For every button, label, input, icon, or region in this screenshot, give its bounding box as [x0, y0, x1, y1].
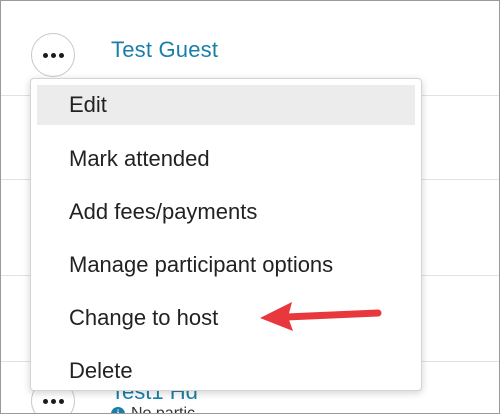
menu-item-manage-participant-options[interactable]: Manage participant options [31, 238, 421, 291]
participant-note-text: No partic... [131, 405, 209, 414]
ellipsis-dot [58, 52, 64, 58]
more-actions-button[interactable] [31, 33, 75, 77]
ellipsis-dot [50, 398, 56, 404]
context-menu: Edit Mark attended Add fees/payments Man… [30, 78, 422, 391]
menu-item-add-fees-payments[interactable]: Add fees/payments [31, 185, 421, 238]
menu-item-mark-attended[interactable]: Mark attended [31, 132, 421, 185]
ellipsis-dot [50, 52, 56, 58]
ellipsis-icon [42, 398, 48, 404]
ellipsis-icon [42, 52, 48, 58]
participant-note: i No partic... [111, 405, 209, 414]
menu-item-edit[interactable]: Edit [37, 85, 415, 125]
menu-item-delete[interactable]: Delete [31, 344, 421, 397]
screenshot-frame: Test Guest Test1 Hd i No partic... Edit … [0, 0, 500, 414]
annotation-arrow-icon [260, 302, 382, 331]
guest-name-link[interactable]: Test Guest [111, 37, 218, 63]
ellipsis-dot [58, 398, 64, 404]
info-icon: i [111, 407, 125, 413]
